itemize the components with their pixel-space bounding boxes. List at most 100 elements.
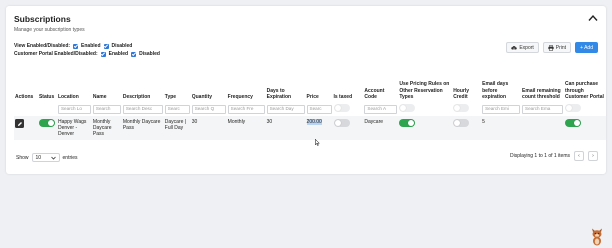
col-portal[interactable]: Can purchase through Customer Portal <box>564 72 606 102</box>
location-cell: Happy Wags Denver - Denver <box>56 116 92 140</box>
export-button[interactable]: Export <box>506 42 539 53</box>
type-search-input[interactable]: Searc <box>164 104 190 114</box>
edit-button[interactable] <box>15 119 24 128</box>
search-cell: Search Ema <box>521 102 564 116</box>
portal-enabled-checkbox[interactable] <box>100 51 106 57</box>
view-enabled-checkbox[interactable] <box>73 43 79 49</box>
search-cell <box>398 102 452 116</box>
printer-icon <box>548 44 554 51</box>
page-title: Subscriptions <box>14 14 71 24</box>
pencil-icon <box>17 121 22 126</box>
pagination: Displaying 1 to 1 of 1 items ‹ › <box>510 151 598 161</box>
quantity-search-input[interactable]: Search Q <box>191 104 226 114</box>
col-quantity[interactable]: Quantity <box>191 72 227 102</box>
quantity-cell: 30 <box>190 116 227 140</box>
col-days[interactable]: Days to Expiration <box>266 72 306 102</box>
taxed-cell <box>332 116 364 140</box>
col-email-remaining[interactable]: Email remaining count threshold <box>521 72 564 102</box>
view-disabled-label: Disabled <box>111 43 133 49</box>
subscriptions-card: Subscriptions Manage your subscription t… <box>6 6 606 174</box>
status-toggle[interactable] <box>38 119 55 127</box>
email-remaining-search-input[interactable]: Search Ema <box>522 104 563 114</box>
pricing-rules-cell <box>398 116 453 140</box>
col-taxed[interactable]: Is taxed <box>333 72 364 102</box>
search-cell <box>333 102 364 116</box>
portal-enabled-label: Enabled <box>108 51 129 57</box>
print-label: Print <box>555 44 567 51</box>
col-actions[interactable]: Actions <box>14 72 38 102</box>
search-row: Search Lo Search Search Desc Searc Searc… <box>14 102 606 116</box>
table-row: Happy Wags Denver - Denver Monthly Dayca… <box>14 116 606 140</box>
col-name[interactable]: Name <box>92 72 122 102</box>
type-cell: Daycare | Full Day <box>163 116 191 140</box>
view-enabled-label: Enabled <box>81 43 101 49</box>
actions-cell <box>14 116 38 140</box>
subscriptions-table: Actions Status Location Name Description… <box>14 72 606 140</box>
page-size-value: 10 <box>35 154 42 161</box>
portal-cell <box>563 116 606 140</box>
portal-filter: Customer Portal Enabled/Disabled: Enable… <box>14 51 160 57</box>
hourly-filter-toggle[interactable] <box>453 104 470 112</box>
hourly-toggle[interactable] <box>453 119 470 127</box>
col-type[interactable]: Type <box>164 72 191 102</box>
page-subtitle: Manage your subscription types <box>14 27 85 33</box>
search-cell: Searc <box>164 102 191 116</box>
status-cell <box>37 116 57 140</box>
search-cell-empty <box>38 102 57 116</box>
view-filter: View Enabled/Disabled: Enabled Disabled <box>14 43 132 49</box>
col-price[interactable]: Price <box>306 72 333 102</box>
hourly-cell <box>452 116 482 140</box>
taxed-toggle[interactable] <box>333 119 350 127</box>
view-disabled-checkbox[interactable] <box>103 43 109 49</box>
export-label: Export <box>519 44 534 51</box>
table-header-row: Actions Status Location Name Description… <box>14 72 606 102</box>
pagination-info: Displaying 1 to 1 of 1 items <box>509 153 570 159</box>
name-search-input[interactable]: Search <box>92 104 121 114</box>
col-status[interactable]: Status <box>38 72 57 102</box>
portal-filter-label: Customer Portal Enabled/Disabled: <box>14 51 98 57</box>
account-search-input[interactable]: Search A <box>364 104 398 114</box>
pricing-rules-toggle[interactable] <box>399 119 416 127</box>
search-cell <box>452 102 481 116</box>
add-button[interactable]: + Add <box>575 42 598 53</box>
email-days-cell: 5 <box>481 116 522 140</box>
search-cell-empty <box>14 102 38 116</box>
col-pricing-rules[interactable]: Use Pricing Rules on Other Reservation T… <box>398 72 452 102</box>
print-button[interactable]: Print <box>542 42 572 53</box>
prev-page-button[interactable]: ‹ <box>574 151 584 161</box>
email-remaining-cell <box>521 116 564 140</box>
dog-mascot-icon[interactable] <box>590 228 604 246</box>
toolbar: Export Print + Add <box>506 42 598 53</box>
price-search-input[interactable]: Searc <box>306 104 332 114</box>
col-location[interactable]: Location <box>57 72 92 102</box>
taxed-filter-toggle[interactable] <box>333 104 350 112</box>
col-hourly[interactable]: Hourly Credit <box>452 72 481 102</box>
portal-toggle[interactable] <box>564 119 581 127</box>
show-label: Show <box>16 154 29 161</box>
chevron-down-icon <box>50 156 56 160</box>
frequency-search-input[interactable]: Search Fre <box>227 104 265 114</box>
location-search-input[interactable]: Search Lo <box>57 104 91 114</box>
name-cell: Monthly Daycare Pass <box>91 116 122 140</box>
mouse-cursor-icon <box>315 139 320 146</box>
chevron-up-icon[interactable] <box>588 14 598 22</box>
page-size-control: Show 10 entries <box>16 153 78 162</box>
search-cell: Search Q <box>191 102 227 116</box>
description-search-input[interactable]: Search Desc <box>122 104 163 114</box>
search-cell: Searc <box>306 102 333 116</box>
days-search-input[interactable]: Search Day <box>266 104 305 114</box>
page-size-select[interactable]: 10 <box>31 153 60 162</box>
entries-label: entries <box>62 154 78 161</box>
next-page-button[interactable]: › <box>588 151 598 161</box>
price-cell: 200.00 <box>305 116 333 140</box>
col-account[interactable]: Account Code <box>363 72 398 102</box>
portal-filter-toggle[interactable] <box>564 104 581 112</box>
pricing-rules-filter-toggle[interactable] <box>399 104 416 112</box>
col-description[interactable]: Description <box>122 72 164 102</box>
search-cell: Search Emi <box>481 102 521 116</box>
email-days-search-input[interactable]: Search Emi <box>482 104 521 114</box>
days-cell: 30 <box>265 116 306 140</box>
col-frequency[interactable]: Frequency <box>227 72 266 102</box>
col-email-days[interactable]: Email days before expiration <box>481 72 521 102</box>
portal-disabled-checkbox[interactable] <box>131 51 137 57</box>
